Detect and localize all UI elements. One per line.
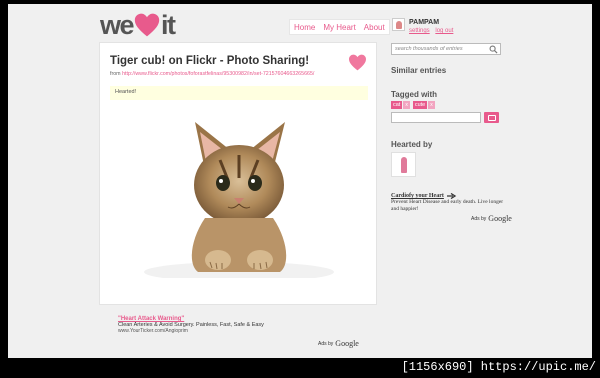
search-icon[interactable] xyxy=(489,45,498,54)
entry-title: Tiger cub! on Flickr - Photo Sharing! xyxy=(110,55,310,67)
weheartit-logo[interactable]: we it xyxy=(100,10,176,40)
hearted-by-avatar[interactable] xyxy=(391,152,416,177)
tag-remove-button[interactable]: x xyxy=(428,101,435,109)
google-logo: Google xyxy=(335,339,359,348)
ads-by-label: Ads by xyxy=(471,215,487,222)
google-logo: Google xyxy=(488,214,512,223)
logo-text-it: it xyxy=(161,10,176,40)
similar-entries-heading: Similar entries xyxy=(391,66,447,75)
logout-link[interactable]: log out xyxy=(435,28,453,34)
hearted-by-heading: Hearted by xyxy=(391,140,433,149)
kitten-photo-icon xyxy=(110,100,368,278)
kitten-photo[interactable] xyxy=(110,100,368,278)
search-input[interactable]: search thousands of entries xyxy=(391,43,501,55)
bottom-ad: "Heart Attack Warning" Clean Arteries & … xyxy=(118,316,264,334)
heart-logo-icon xyxy=(134,13,160,37)
sidebar-ad: Cardiofy your Heart Prevent Heart Diseas… xyxy=(391,193,511,213)
tagged-with-heading: Tagged with xyxy=(391,90,438,99)
tag-list: cat x cute x xyxy=(391,101,435,109)
settings-link[interactable]: settings xyxy=(409,28,430,34)
username[interactable]: PAMPAM xyxy=(409,18,457,27)
user-avatar[interactable] xyxy=(392,18,405,31)
heart-button-icon[interactable] xyxy=(348,54,367,71)
tag-label[interactable]: cat xyxy=(391,101,403,109)
entry-source: from http://www.flickr.com/photos/fofora… xyxy=(110,71,314,77)
nav-my-heart-link[interactable]: My Heart xyxy=(323,23,355,32)
tag-remove-button[interactable]: x xyxy=(403,101,410,109)
user-panel: PAMPAM settings log out xyxy=(392,18,457,35)
logo-text-we: we xyxy=(100,10,135,40)
tag-item: cute x xyxy=(412,101,435,109)
sidebar-ad-description: Prevent Heart Disease and early death. L… xyxy=(391,199,504,212)
add-tag-button[interactable] xyxy=(484,112,499,123)
nav-home-link[interactable]: Home xyxy=(294,23,315,32)
tag-item: cat x xyxy=(391,101,410,109)
add-tag-input[interactable] xyxy=(391,112,481,123)
bottom-ads-by[interactable]: Ads by Google xyxy=(318,339,359,348)
top-navigation: Home My Heart About xyxy=(289,19,390,35)
source-link[interactable]: http://www.flickr.com/photos/foforastfel… xyxy=(122,71,314,77)
watermark-text: [1156x690] https://upic.me/ xyxy=(401,360,596,374)
page: we it Home My Heart About PAMPAM setting… xyxy=(8,4,592,358)
tag-label[interactable]: cute xyxy=(412,101,428,109)
avatar-figure xyxy=(401,157,407,173)
bottom-ad-url[interactable]: www.YourTicker.com/Angioprim xyxy=(118,328,264,334)
search-placeholder: search thousands of entries xyxy=(395,46,463,52)
entry-card: Tiger cub! on Flickr - Photo Sharing! fr… xyxy=(99,42,377,305)
hearted-notice: Hearted! xyxy=(110,86,368,100)
from-label: from xyxy=(110,71,121,77)
nav-about-link[interactable]: About xyxy=(364,23,385,32)
sidebar-ads-by[interactable]: Ads by Google xyxy=(471,214,512,223)
ads-by-label: Ads by xyxy=(318,340,334,347)
